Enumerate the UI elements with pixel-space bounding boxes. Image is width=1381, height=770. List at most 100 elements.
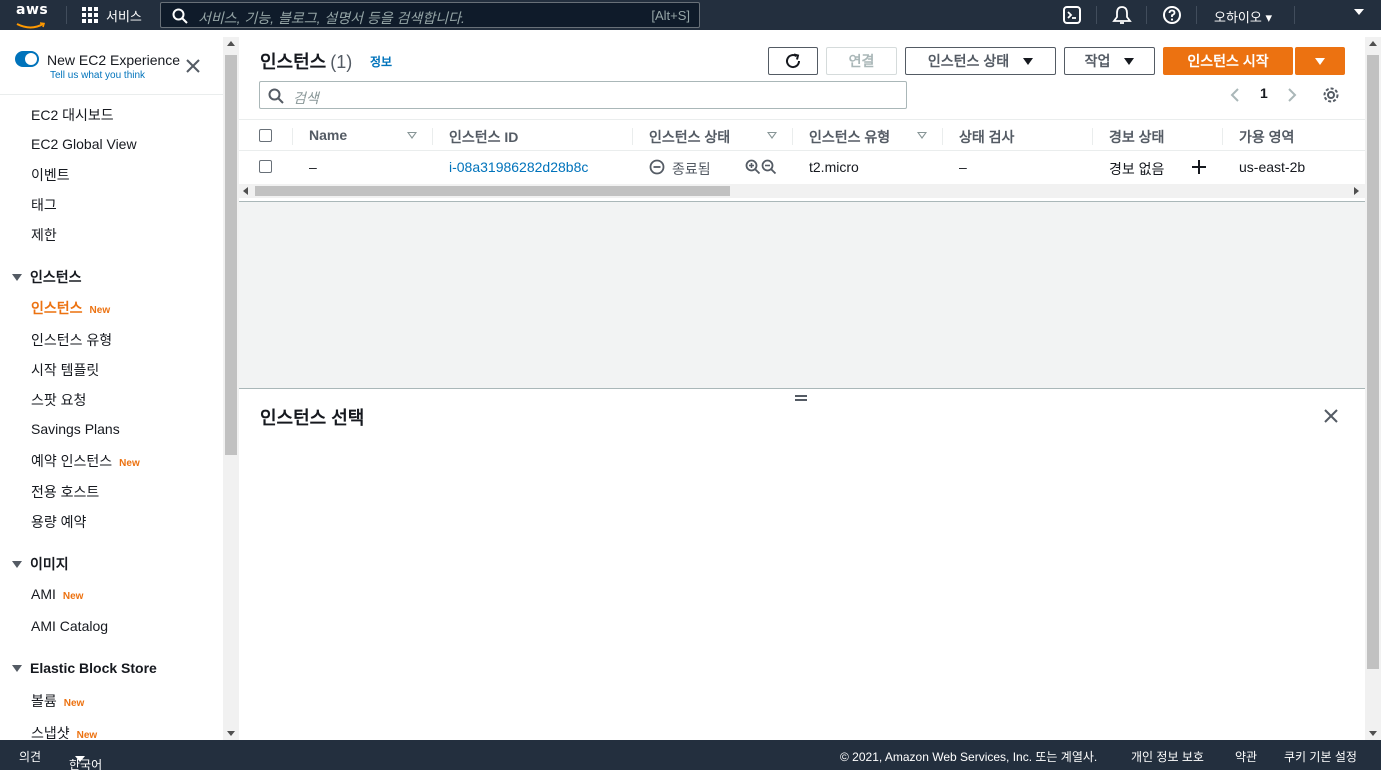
search-shortcut: [Alt+S] [651,8,690,23]
add-alarm-plus-icon[interactable] [1191,159,1207,175]
zoom-in-icon[interactable] [745,159,761,175]
scroll-down-icon[interactable] [1369,731,1377,736]
column-header-instance-state[interactable]: 인스턴스 상태 [649,127,730,147]
scrollbar-thumb[interactable] [225,55,237,455]
instance-detail-panel: 인스턴스 선택 [239,388,1365,740]
services-menu-button[interactable]: 서비스 [82,0,142,30]
actions-button[interactable]: 작업 [1064,47,1155,75]
sidebar-item-ami-catalog[interactable]: AMI Catalog [31,618,108,634]
scroll-right-icon[interactable] [1354,187,1359,195]
sidebar-scrollbar[interactable] [223,37,239,740]
column-header-instance-id[interactable]: 인스턴스 ID [449,127,518,147]
scrollbar-thumb[interactable] [1367,55,1379,669]
help-icon[interactable] [1162,5,1182,25]
sidebar: New EC2 Experience Tell us what you thin… [0,37,223,740]
new-badge: New [89,305,111,316]
sidebar-item-savings-plans[interactable]: Savings Plans [31,421,120,437]
sidebar-section-instances[interactable]: 인스턴스 [12,267,82,287]
refresh-button[interactable] [768,47,818,75]
refresh-icon [786,53,801,69]
sidebar-item-dedicated-hosts[interactable]: 전용 호스트 [31,482,99,502]
services-label: 서비스 [106,8,142,24]
section-label: Elastic Block Store [30,660,157,676]
cell-instance-id-link[interactable]: i-08a31986282d28b8c [449,159,588,175]
privacy-link[interactable]: 개인 정보 보호 [1131,748,1204,765]
sidebar-item-instance-types[interactable]: 인스턴스 유형 [31,330,112,350]
sidebar-item-limits[interactable]: 제한 [31,225,57,245]
cloudshell-icon[interactable] [1062,5,1082,25]
new-experience-toggle[interactable] [15,51,39,67]
sidebar-item-launch-templates[interactable]: 시작 템플릿 [31,360,99,380]
feedback-button[interactable]: 의견 [19,748,41,765]
sidebar-item-label: 예약 인스턴스 [31,453,113,469]
account-menu-caret-icon[interactable] [1354,9,1364,15]
footer: 의견 한국어 © 2021, Amazon Web Services, Inc.… [0,740,1381,770]
sidebar-section-ebs[interactable]: Elastic Block Store [12,660,157,676]
stopped-status-icon [649,159,665,175]
cookie-preferences-link[interactable]: 쿠키 기본 설정 [1284,748,1357,765]
sidebar-item-label: 볼륨 [31,693,57,709]
instance-state-label: 인스턴스 상태 [927,53,1010,69]
scroll-up-icon[interactable] [1369,41,1377,46]
caret-down-icon [1124,57,1135,65]
column-header-availability-zone[interactable]: 가용 영역 [1239,127,1294,147]
chevron-left-icon[interactable] [1229,87,1241,103]
split-panel-drag-handle[interactable] [795,395,807,401]
sidebar-item-snapshots[interactable]: 스냅샷 New [31,723,97,740]
info-link[interactable]: 정보 [370,53,392,70]
column-header-alarm-status[interactable]: 경보 상태 [1109,127,1164,147]
terms-link[interactable]: 약관 [1235,748,1257,765]
sidebar-item-events[interactable]: 이벤트 [31,165,70,185]
table-search-input[interactable]: 검색 [259,81,907,109]
caret-down-icon [75,756,85,762]
select-all-checkbox[interactable] [259,129,272,142]
column-header-instance-type[interactable]: 인스턴스 유형 [809,127,890,147]
column-header-status-check[interactable]: 상태 검사 [959,127,1014,147]
chevron-right-icon[interactable] [1286,87,1298,103]
global-search-input[interactable]: 서비스, 기능, 블로그, 설명서 등을 검색합니다. [Alt+S] [160,2,700,28]
sort-icon[interactable] [917,132,927,139]
region-selector[interactable]: 오하이오 ▾ [1214,7,1272,26]
scroll-down-icon[interactable] [227,731,235,736]
zoom-out-icon[interactable] [761,159,777,175]
cell-availability-zone: us-east-2b [1239,159,1306,175]
cell-instance-type: t2.micro [809,159,859,175]
main-vertical-scrollbar[interactable] [1365,37,1381,740]
sidebar-section-images[interactable]: 이미지 [12,554,69,574]
sidebar-item-ec2-global-view[interactable]: EC2 Global View [31,136,137,152]
sidebar-item-tags[interactable]: 태그 [31,195,57,215]
sidebar-item-reserved-instances[interactable]: 예약 인스턴스 New [31,451,140,471]
section-label: 인스턴스 [30,269,82,285]
sort-icon[interactable] [407,132,417,139]
sidebar-item-capacity-reservations[interactable]: 용량 예약 [31,512,86,532]
scrollbar-thumb[interactable] [255,186,730,196]
feedback-link[interactable]: Tell us what you think [50,70,145,81]
settings-gear-icon[interactable] [1322,86,1340,104]
caret-down-icon [12,664,22,672]
launch-instances-button[interactable]: 인스턴스 시작 [1163,47,1293,75]
bell-icon[interactable] [1112,5,1132,25]
sidebar-item-label: 스냅샷 [31,725,70,740]
scroll-up-icon[interactable] [227,41,235,46]
aws-logo[interactable]: aws [16,3,50,29]
table-row[interactable]: – i-08a31986282d28b8c 종료됨 t2.micro – 경보 … [239,151,1365,183]
sidebar-item-volumes[interactable]: 볼륨 New [31,691,84,711]
sort-icon[interactable] [767,132,777,139]
sidebar-item-spot-requests[interactable]: 스팟 요청 [31,390,86,410]
sidebar-item-instances[interactable]: 인스턴스 New [31,298,110,318]
instance-count: (1) [330,52,353,72]
connect-button[interactable]: 연결 [826,47,897,75]
sidebar-item-ec2-dashboard[interactable]: EC2 대시보드 [31,105,114,125]
row-checkbox[interactable] [259,160,272,173]
scroll-left-icon[interactable] [243,187,248,195]
page-number[interactable]: 1 [1260,85,1268,101]
close-icon[interactable] [185,58,201,74]
table-horizontal-scrollbar[interactable] [239,184,1365,198]
launch-options-dropdown[interactable] [1295,47,1345,75]
column-header-name[interactable]: Name [309,127,347,143]
sidebar-item-ami[interactable]: AMI New [31,586,83,602]
close-icon[interactable] [1323,408,1339,424]
instances-table-panel: 인스턴스 (1) 정보 연결 인스턴스 상태 작업 인스턴스 시작 검색 1 Na… [239,37,1365,202]
nav-separator [1146,6,1147,24]
instance-state-button[interactable]: 인스턴스 상태 [905,47,1056,75]
